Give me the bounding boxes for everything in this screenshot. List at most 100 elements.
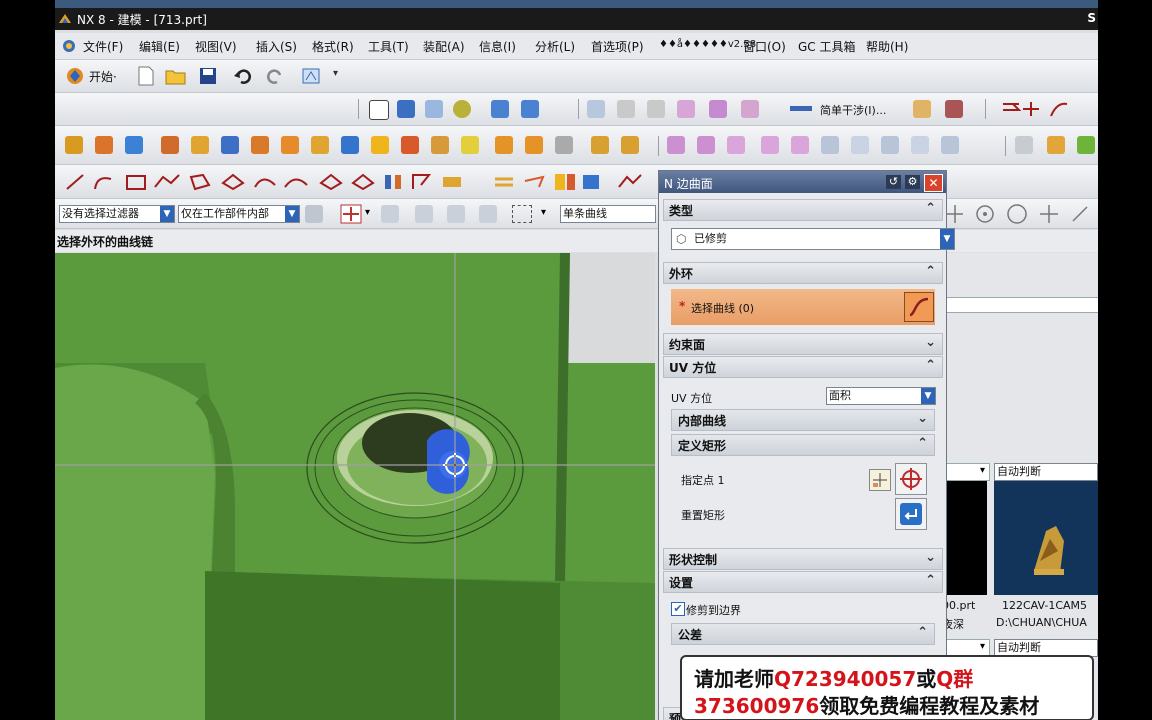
section-tolerance[interactable]: 公差 ⌃ <box>671 623 935 645</box>
tool-icon[interactable] <box>945 100 963 118</box>
curve-select-button[interactable] <box>904 292 934 322</box>
select-curve-row[interactable]: * 选择曲线 (0) <box>671 289 935 325</box>
scope-dropdown-arrow-icon[interactable]: ▼ <box>285 206 299 222</box>
menu-edit[interactable]: 编辑(E) <box>139 38 180 55</box>
reset-dialog-icon[interactable]: ↺ <box>886 175 901 189</box>
model-render[interactable] <box>55 253 655 720</box>
file2-name[interactable]: 122CAV-1CAM5 <box>1002 599 1087 612</box>
intersect-icon[interactable] <box>727 136 745 154</box>
open-folder-icon[interactable] <box>165 66 187 86</box>
pull-face-icon[interactable] <box>941 136 959 154</box>
dialog-settings-icon[interactable]: ⚙ <box>905 175 920 189</box>
panel-dropdown-1[interactable]: 自动判断 <box>994 463 1098 481</box>
rect-select-dropdown-icon[interactable]: ▾ <box>541 207 546 218</box>
menu-insert[interactable]: 插入(S) <box>256 38 297 55</box>
revolve-icon[interactable] <box>95 136 113 154</box>
preview-thumb-2[interactable] <box>994 481 1098 595</box>
sphere-icon[interactable] <box>453 100 471 118</box>
uv-orientation-dropdown[interactable]: 面积 ▼ <box>826 387 936 405</box>
chevron-down-icon[interactable]: ⌄ <box>917 411 928 426</box>
table-icon[interactable] <box>1015 136 1033 154</box>
curve-extra-icon[interactable] <box>615 171 645 193</box>
panel-left-dropdown[interactable]: ▾ <box>942 463 990 481</box>
menu-view[interactable]: 视图(V) <box>195 38 237 55</box>
chevron-up-icon[interactable]: ⌃ <box>925 573 936 588</box>
section-define-rect[interactable]: 定义矩形 ⌃ <box>671 434 935 456</box>
snap-point-icon[interactable] <box>340 204 362 224</box>
split-body-icon[interactable] <box>525 136 543 154</box>
section-type[interactable]: 类型 ⌃ <box>663 199 943 221</box>
menu-help[interactable]: 帮助(H) <box>866 38 908 55</box>
filter-dropdown-arrow-icon[interactable]: ▼ <box>160 206 174 222</box>
pad-icon[interactable] <box>251 136 269 154</box>
menu-file[interactable]: 文件(F) <box>83 38 123 55</box>
subtract-icon[interactable] <box>697 136 715 154</box>
orient-icon[interactable] <box>521 100 539 118</box>
offset-face-icon[interactable] <box>555 136 573 154</box>
menu-gc-toolbox[interactable]: GC 工具箱 <box>798 38 856 55</box>
chevron-down-icon[interactable]: ⌄ <box>925 335 936 350</box>
section-settings[interactable]: 设置 ⌃ <box>663 571 943 593</box>
chevron-up-icon[interactable]: ⌃ <box>925 264 936 279</box>
section-shape-control[interactable]: 形状控制 ⌄ <box>663 548 943 570</box>
pocket-icon[interactable] <box>221 136 239 154</box>
uv-dropdown-arrow-icon[interactable]: ▼ <box>921 388 935 404</box>
filter-dropdown[interactable]: 没有选择过滤器 ▼ <box>59 205 175 223</box>
point-dialog-button[interactable] <box>869 469 891 491</box>
block-icon[interactable] <box>125 136 143 154</box>
dropdown-arrow-icon[interactable]: ▾ <box>980 641 985 652</box>
patch-icon[interactable] <box>791 136 809 154</box>
extrude-icon[interactable] <box>65 136 83 154</box>
pattern-icon[interactable] <box>591 136 609 154</box>
section-outer-loop[interactable]: 外环 ⌃ <box>663 262 943 284</box>
menu-tools[interactable]: 工具(T) <box>368 38 409 55</box>
start-icon[interactable] <box>65 66 85 86</box>
graphics-viewport[interactable] <box>55 253 655 720</box>
section-uv-orientation[interactable]: UV 方位 ⌃ <box>663 356 943 378</box>
layer-icon[interactable] <box>617 100 635 118</box>
measure-icon[interactable] <box>647 100 665 118</box>
toolbar-dropdown-chevron-icon[interactable]: ▾ <box>333 68 338 79</box>
delete-face-icon[interactable] <box>821 136 839 154</box>
type-dropdown[interactable]: ⬡ 已修剪 ▼ <box>671 228 955 250</box>
close-icon[interactable]: ✕ <box>924 174 943 192</box>
curve-tools-icon[interactable] <box>1001 100 1091 118</box>
info-icon[interactable] <box>1047 136 1065 154</box>
menu-window[interactable]: 窗口(O) <box>743 38 786 55</box>
interfere-icon[interactable] <box>709 100 727 118</box>
chevron-up-icon[interactable]: ⌃ <box>925 201 936 216</box>
sweep-icon[interactable] <box>341 136 359 154</box>
preview-thumb-1[interactable] <box>942 481 987 595</box>
draft-icon[interactable] <box>461 136 479 154</box>
hole-icon[interactable] <box>161 136 179 154</box>
section-inner-curves[interactable]: 内部曲线 ⌄ <box>671 409 935 431</box>
chevron-up-icon[interactable]: ⌃ <box>917 436 928 451</box>
reset-rect-button[interactable] <box>895 498 927 530</box>
select-icon-4[interactable] <box>479 205 497 223</box>
analysis-icon[interactable] <box>587 100 605 118</box>
trim-to-boundary-checkbox[interactable]: ✔ <box>671 602 685 616</box>
snap-point-tools-icon[interactable] <box>945 203 1095 225</box>
point-snap-button[interactable] <box>895 463 927 495</box>
start-button[interactable]: 开始· <box>89 68 117 85</box>
menu-preferences[interactable]: 首选项(P) <box>591 38 644 55</box>
panel-search-field[interactable] <box>944 297 1098 313</box>
chevron-down-icon[interactable]: ⌄ <box>925 550 936 565</box>
select-mode-icon[interactable] <box>305 205 323 223</box>
groove-icon[interactable] <box>311 136 329 154</box>
new-file-icon[interactable] <box>137 66 155 86</box>
replace-face-icon[interactable] <box>851 136 869 154</box>
snap-dropdown-icon[interactable]: ▾ <box>365 207 370 218</box>
simple-interference-button[interactable]: 简单干涉(I)... <box>820 102 886 118</box>
unite-icon[interactable] <box>667 136 685 154</box>
menu-app-icon[interactable] <box>61 38 77 54</box>
dropdown-arrow-icon[interactable]: ▾ <box>980 465 985 476</box>
mirror-icon[interactable] <box>621 136 639 154</box>
move-face-icon[interactable] <box>911 136 929 154</box>
kit-icon[interactable] <box>1077 136 1095 154</box>
clearance-icon[interactable] <box>741 100 759 118</box>
trim-body-icon[interactable] <box>495 136 513 154</box>
check-icon[interactable] <box>677 100 695 118</box>
bar-icon[interactable] <box>790 106 812 111</box>
curve-rule-dropdown[interactable]: 单条曲线 <box>560 205 656 223</box>
